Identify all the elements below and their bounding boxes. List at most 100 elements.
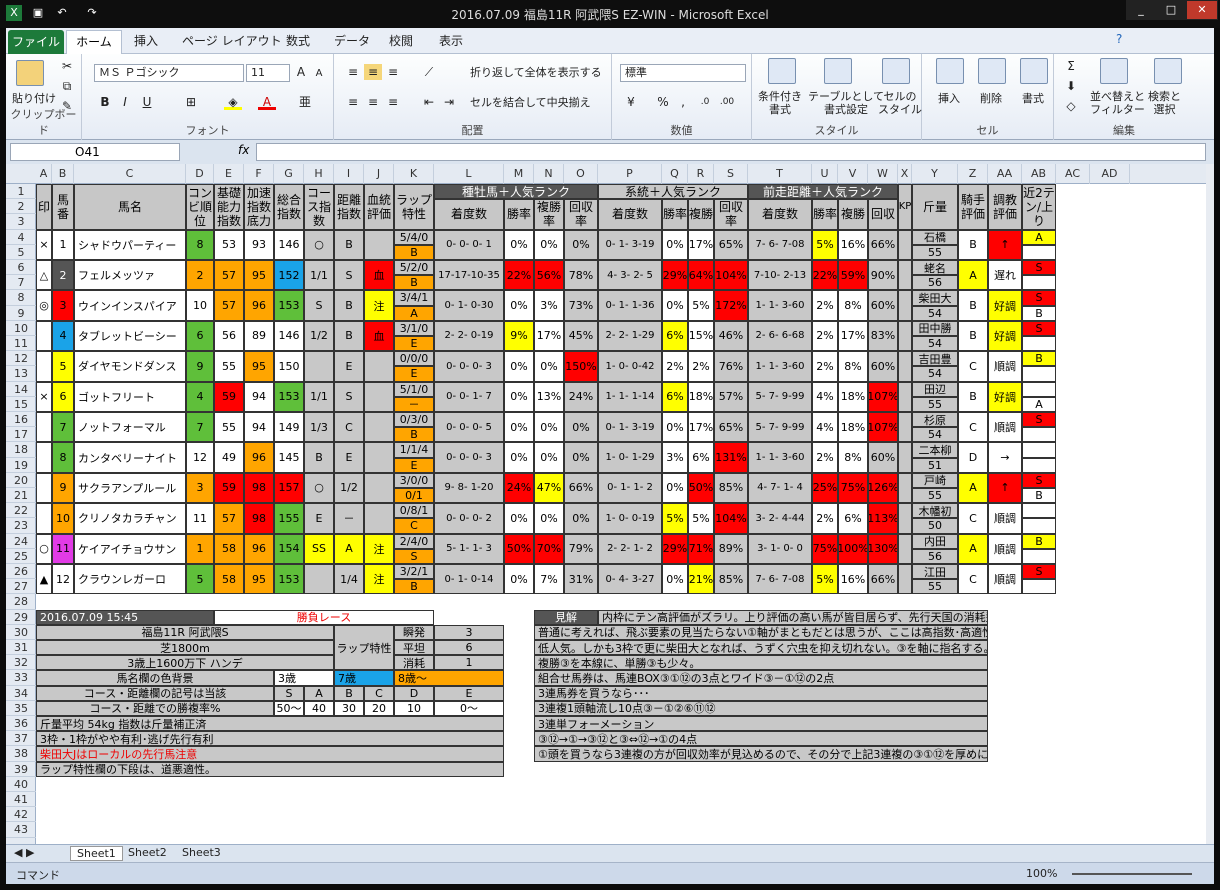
column-header[interactable]: A (36, 164, 52, 184)
column-header[interactable]: H (304, 164, 334, 184)
tab-page-layout[interactable]: ページ レイアウト (182, 32, 282, 49)
row-header[interactable]: 4 (6, 230, 36, 245)
weight[interactable]: 51 (912, 457, 958, 473)
return-rate[interactable]: 60% (868, 290, 898, 321)
horse-name[interactable]: カンタベリーナイト (74, 442, 186, 473)
distance-index[interactable]: E (334, 442, 364, 473)
record-count[interactable]: 7- 6- 7-08 (748, 564, 812, 595)
place-rate[interactable]: 2% (688, 351, 714, 382)
distance-index[interactable]: E (334, 351, 364, 382)
course-index[interactable]: ○ (304, 229, 334, 260)
currency-icon[interactable]: ¥ (622, 94, 640, 110)
mark-cell[interactable]: △ (36, 260, 52, 291)
row-header[interactable]: 22 (6, 503, 36, 519)
training-eval[interactable]: ↑ (988, 472, 1022, 504)
pedigree-eval[interactable]: 注 (364, 290, 394, 321)
return-rate[interactable]: 66% (868, 564, 898, 595)
autosum-icon[interactable]: Σ (1062, 58, 1080, 74)
combi-rank[interactable]: 12 (186, 442, 214, 473)
header-place-rate[interactable]: 複勝率 (534, 199, 564, 230)
place-rate[interactable]: 5% (688, 290, 714, 321)
table-format-button[interactable]: テーブルとして 書式設定 (808, 90, 884, 116)
pedigree-eval[interactable] (364, 503, 394, 534)
place-rate[interactable]: 0% (534, 229, 564, 260)
row-header[interactable]: 10 (6, 321, 36, 336)
distance-index[interactable]: B (334, 320, 364, 352)
place-rate[interactable]: 21% (688, 564, 714, 595)
tab-data[interactable]: データ (334, 32, 370, 49)
sheet-tab-1[interactable]: Sheet1 (70, 846, 123, 861)
kp-cell[interactable] (898, 533, 912, 564)
return-rate[interactable]: 76% (714, 351, 748, 382)
row-header[interactable]: 29 (6, 610, 36, 625)
shunpatsu-label[interactable]: 瞬発 (394, 624, 434, 640)
row-header[interactable]: 40 (6, 777, 36, 792)
kiso-index[interactable]: 55 (214, 351, 244, 382)
record-count[interactable]: 1- 0- 1-29 (598, 442, 662, 473)
kasoku-index[interactable]: 96 (244, 533, 274, 564)
recent-ten[interactable] (1022, 503, 1056, 519)
column-header[interactable]: G (274, 164, 304, 184)
win-rate[interactable]: 4% (812, 381, 838, 412)
column-header[interactable]: AD (1090, 164, 1130, 184)
mark-cell[interactable] (36, 351, 52, 382)
sort-filter-icon[interactable] (1100, 58, 1128, 84)
header-group-line[interactable]: 系統＋人気ランク (598, 184, 748, 200)
comma-icon[interactable]: , (674, 94, 692, 110)
win-rate[interactable]: 0% (504, 351, 534, 382)
return-rate[interactable]: 113% (868, 503, 898, 534)
lap-upper[interactable]: 3/4/1 (394, 290, 434, 306)
column-header[interactable]: J (364, 164, 394, 184)
recent-agari[interactable] (1022, 427, 1056, 443)
combi-rank[interactable]: 4 (186, 381, 214, 412)
return-rate[interactable]: 66% (564, 472, 598, 504)
header-win-rate[interactable]: 勝率 (812, 199, 838, 230)
lap-lower[interactable]: － (394, 396, 434, 412)
recent-agari[interactable]: A (1022, 396, 1056, 412)
shunpatsu-value[interactable]: 3 (434, 624, 504, 640)
pedigree-eval[interactable]: 注 (364, 533, 394, 564)
win-rate[interactable]: 0% (504, 290, 534, 321)
datetime[interactable]: 2016.07.09 15:45 (36, 609, 214, 625)
distance-index[interactable]: C (334, 412, 364, 443)
recent-ten[interactable]: S (1022, 260, 1056, 276)
course-index[interactable]: E (304, 503, 334, 534)
weight[interactable]: 55 (912, 396, 958, 412)
jockey-eval[interactable]: B (958, 381, 988, 412)
place-rate[interactable]: 6% (688, 442, 714, 473)
number-format-combo[interactable]: 標準 (620, 64, 746, 82)
delete-cells-button[interactable]: 削除 (980, 92, 1002, 105)
place-rate[interactable]: 8% (838, 351, 868, 382)
win-rate[interactable]: 29% (662, 533, 688, 564)
row-header[interactable]: 2 (6, 199, 36, 215)
training-eval[interactable]: 順調 (988, 503, 1022, 534)
fx-icon[interactable]: fx (238, 143, 249, 157)
row-header[interactable]: 34 (6, 686, 36, 701)
column-header[interactable]: D (186, 164, 214, 184)
place-rate[interactable]: 56% (534, 260, 564, 291)
cells-area[interactable]: 印馬番 馬名 コンビ順位 基礎能力指数 加速指数底力 総合指数 コース指数 距離指数 血統評価ラ… (36, 184, 1206, 844)
row-header[interactable]: 9 (6, 306, 36, 321)
distance-index[interactable]: 1/4 (334, 564, 364, 595)
return-rate[interactable]: 85% (714, 472, 748, 504)
recent-ten[interactable]: S (1022, 412, 1056, 428)
horse-name[interactable]: シャドウパーティー (74, 229, 186, 260)
lap-lower[interactable]: S (394, 548, 434, 564)
record-count[interactable]: 0- 4- 3-27 (598, 564, 662, 595)
place-rate[interactable]: 50% (688, 472, 714, 504)
column-header[interactable]: P (598, 164, 662, 184)
win-rate[interactable]: 0% (662, 472, 688, 504)
horse-number[interactable]: 4 (52, 320, 74, 352)
column-header[interactable]: V (838, 164, 868, 184)
win-rate[interactable]: 5% (812, 564, 838, 595)
jockey[interactable]: 蛯名 (912, 260, 958, 276)
kenkai-line[interactable]: 組合せ馬券は、馬連BOX③①⑫の3点とワイド③－①⑫の2点 (534, 670, 988, 686)
place-rate[interactable]: 0% (534, 412, 564, 443)
kp-cell[interactable] (898, 412, 912, 443)
weight[interactable]: 54 (912, 427, 958, 443)
header-chokyo[interactable]: 調教評価 (988, 184, 1022, 230)
recent-ten[interactable]: A (1022, 229, 1056, 245)
recent-agari[interactable] (1022, 366, 1056, 382)
phonetic-icon[interactable]: 亜 (296, 94, 314, 110)
place-rate[interactable]: 16% (838, 564, 868, 595)
